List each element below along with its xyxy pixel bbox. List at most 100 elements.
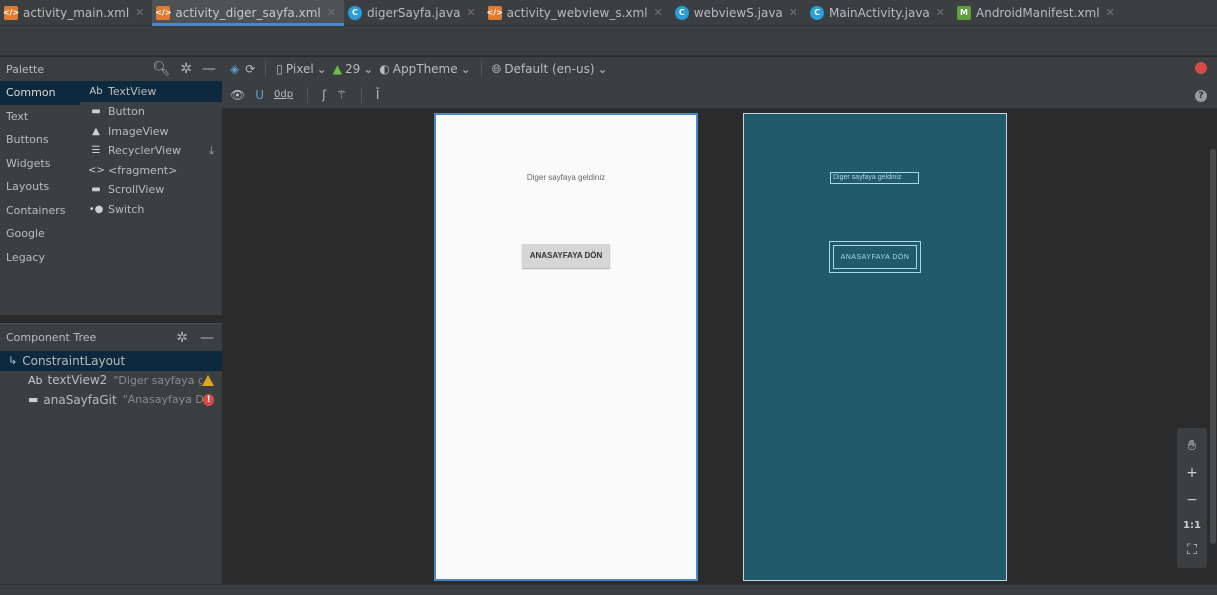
chevron-down-icon: ⌄ [597, 62, 608, 76]
scrollview-icon: ▬ [91, 184, 101, 195]
tree-node-constraintlayout[interactable]: ↳ ConstraintLayout [0, 351, 222, 371]
tab-activity-webview-s-xml[interactable]: </> activity_webview_s.xml ✕ [484, 0, 671, 26]
close-icon[interactable]: ✕ [654, 6, 663, 19]
guidelines-icon[interactable]: Ī [376, 88, 380, 102]
widget-fragment[interactable]: <> <fragment> [80, 161, 222, 181]
warning-icon[interactable] [202, 374, 214, 386]
tab-digersayfa-java[interactable]: CdigerSayfa.java ✕ [344, 0, 484, 26]
eye-icon[interactable]: 👁︎ [230, 88, 245, 102]
palette-title: Palette [6, 62, 45, 76]
switch-icon: •● [88, 203, 104, 215]
widget-label: TextView [108, 84, 157, 98]
blueprint-button[interactable]: ANASAYFAYA DÖN [829, 241, 921, 273]
orientation-icon[interactable]: ⟳ [245, 62, 255, 76]
java-class-icon: C [810, 5, 824, 20]
device-label: Pixel [285, 62, 314, 76]
tab-androidmanifest-xml[interactable]: M AndroidManifest.xml ✕ [953, 0, 1123, 26]
device-selector[interactable]: ▯ Pixel ⌄ [276, 62, 326, 76]
component-tree-header: Component Tree ✲ — [0, 323, 222, 351]
magnet-icon[interactable]: U [255, 88, 264, 102]
palette-header: Palette 🔍︎ ✲ — [0, 57, 222, 81]
widget-textview[interactable]: Ab TextView [80, 81, 222, 102]
tree-node-text: "Diger sayfaya g... [113, 373, 202, 387]
manifest-file-icon: M [957, 5, 971, 20]
locale-label: Default (en-us) [504, 62, 595, 76]
editor-tab-bar: </> activity_main.xml ✕ </> activity_diger_… [0, 0, 1217, 26]
layers-icon[interactable]: ◈ [230, 62, 239, 76]
download-icon[interactable]: ⤓ [209, 141, 214, 161]
widget-button[interactable]: ▬ Button [80, 102, 222, 122]
design-canvas[interactable]: Diger sayfaya geldiniz ANASAYFAYA DÖN Di… [222, 109, 1217, 584]
close-icon[interactable]: ✕ [135, 6, 144, 19]
textview-icon: Ab [28, 373, 43, 387]
close-icon[interactable]: ✕ [466, 6, 475, 19]
category-common[interactable]: Common [0, 81, 80, 105]
design-textview[interactable]: Diger sayfaya geldiniz [436, 173, 696, 182]
tab-activity-main-xml[interactable]: </> activity_main.xml ✕ [0, 0, 152, 26]
widget-imageview[interactable]: ▲ ImageView [80, 122, 222, 142]
component-tree: ↳ ConstraintLayout Ab textView2 "Diger sayf… [0, 351, 222, 584]
chevron-down-icon: ⌄ [363, 62, 374, 76]
tab-activity-diger-sayfa-xml[interactable]: </> activity_diger_sayfa.xml ✕ [152, 0, 344, 26]
image-icon: ▲ [92, 125, 100, 137]
category-buttons[interactable]: Buttons [0, 128, 80, 152]
theme-selector[interactable]: ◐ AppTheme ⌄ [379, 62, 470, 76]
palette-categories: Common Text Buttons Widgets Layouts Cont… [0, 81, 80, 269]
locale-selector[interactable]: 🌐︎ Default (en-us) ⌄ [492, 62, 608, 77]
blueprint-button-label: ANASAYFAYA DÖN [833, 245, 917, 269]
minimize-icon[interactable]: — [202, 61, 216, 77]
widget-switch[interactable]: •● Switch [80, 200, 222, 220]
tree-node-text: "Anasayfaya D... [122, 393, 204, 407]
android-icon: ▲ [332, 62, 342, 76]
canvas-scrollbar[interactable] [1210, 149, 1216, 544]
design-surface[interactable]: Diger sayfaya geldiniz ANASAYFAYA DÖN [434, 113, 698, 581]
zoom-to-fit-icon[interactable]: ⛶ [1177, 542, 1207, 558]
minimize-icon[interactable]: — [200, 330, 214, 346]
tab-label: activity_diger_sayfa.xml [175, 5, 321, 20]
close-icon[interactable]: ✕ [327, 6, 336, 19]
tree-node-label: ConstraintLayout [22, 353, 126, 368]
tab-label: activity_main.xml [23, 5, 130, 20]
widget-label: Button [108, 105, 145, 118]
xml-file-icon: </> [487, 5, 503, 20]
magic-wand-icon[interactable]: ⚚ [336, 88, 347, 102]
java-class-icon: C [347, 5, 362, 20]
tree-node-textview2[interactable]: Ab textView2 "Diger sayfaya g... [0, 371, 222, 391]
widget-recyclerview[interactable]: ☰ RecyclerView ⤓ [80, 141, 222, 161]
zoom-actual-size[interactable]: 1:1 [1177, 520, 1207, 531]
gear-icon[interactable]: ✲ [176, 330, 188, 346]
category-widgets[interactable]: Widgets [0, 152, 80, 176]
category-google[interactable]: Google [0, 222, 80, 246]
category-layouts[interactable]: Layouts [0, 175, 80, 199]
error-indicator[interactable] [1195, 61, 1207, 77]
close-icon[interactable]: ✕ [789, 6, 798, 19]
zoom-out-icon[interactable]: − [1177, 492, 1207, 508]
separator [265, 61, 267, 77]
blueprint-surface[interactable]: Diger sayfaya geldiniz ANASAYFAYA DÖN [743, 113, 1007, 581]
separator [360, 86, 362, 103]
category-containers[interactable]: Containers [0, 199, 80, 223]
button-icon: ▬ [28, 393, 39, 407]
gear-icon[interactable]: ✲ [180, 61, 192, 77]
widget-scrollview[interactable]: ▬ ScrollView [80, 180, 222, 200]
api-selector[interactable]: ▲ 29 ⌄ [333, 62, 374, 76]
close-icon[interactable]: ✕ [1106, 6, 1115, 19]
tree-node-anasayfagit[interactable]: ▬ anaSayfaGit "Anasayfaya D...! [0, 390, 222, 410]
help-icon[interactable]: ? [1195, 87, 1207, 102]
xml-file-icon: </> [3, 5, 19, 20]
close-icon[interactable]: ✕ [936, 6, 945, 19]
tab-mainactivity-java[interactable]: C MainActivity.java ✕ [806, 0, 953, 26]
search-icon[interactable]: 🔍︎ [152, 61, 170, 77]
pan-hand-icon[interactable]: ✋︎ [1177, 438, 1207, 454]
tab-label: AndroidManifest.xml [976, 5, 1100, 20]
design-button[interactable]: ANASAYFAYA DÖN [522, 244, 610, 268]
widget-label: ImageView [108, 124, 169, 138]
blueprint-textview[interactable]: Diger sayfaya geldiniz [830, 172, 919, 184]
error-icon[interactable]: ! [203, 393, 214, 406]
zoom-in-icon[interactable]: + [1177, 465, 1207, 481]
default-margin-selector[interactable]: 0dp [274, 89, 293, 100]
clear-constraints-icon[interactable]: ʃ [322, 88, 326, 102]
tab-webviews-java[interactable]: CwebviewS.java ✕ [671, 0, 806, 26]
category-text[interactable]: Text [0, 105, 80, 129]
category-legacy[interactable]: Legacy [0, 246, 80, 270]
